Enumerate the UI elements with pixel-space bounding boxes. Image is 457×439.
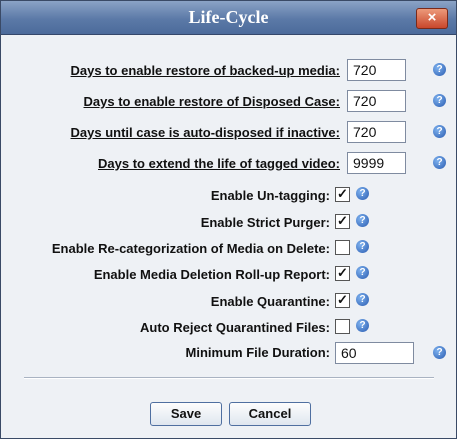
save-button[interactable]: Save (150, 402, 222, 426)
restore-backed-up-input[interactable]: 720 (347, 59, 406, 81)
untagging-label: Enable Un-tagging: (210, 188, 330, 203)
help-icon[interactable]: ? (433, 63, 446, 76)
button-row: Save Cancel (1, 402, 456, 426)
restore-backed-up-label: Days to enable restore of backed-up medi… (70, 63, 340, 78)
extend-tagged-input[interactable]: 9999 (347, 152, 406, 174)
close-icon: × (427, 9, 437, 26)
help-icon[interactable]: ? (356, 214, 369, 227)
help-icon[interactable]: ? (356, 293, 369, 306)
field-row-extend-tagged: Days to extend the life of tagged video:… (1, 152, 456, 176)
help-icon[interactable]: ? (433, 156, 446, 169)
checkbox-row-rollup-report: Enable Media Deletion Roll-up Report: ✓ … (1, 264, 456, 288)
help-icon[interactable]: ? (433, 346, 446, 359)
help-icon[interactable]: ? (433, 125, 446, 138)
dialog-title: Life-Cycle (188, 7, 269, 27)
checkbox-row-strict-purger: Enable Strict Purger: ✓ ? (1, 212, 456, 236)
help-icon[interactable]: ? (356, 266, 369, 279)
checkbox-row-recategorization: Enable Re-categorization of Media on Del… (1, 238, 456, 262)
titlebar[interactable]: Life-Cycle × (1, 1, 456, 35)
min-duration-input[interactable]: 60 (335, 342, 414, 364)
cancel-button[interactable]: Cancel (229, 402, 311, 426)
close-button[interactable]: × (416, 8, 448, 29)
rollup-report-checkbox[interactable]: ✓ (335, 266, 350, 281)
recategorization-checkbox[interactable] (335, 240, 350, 255)
auto-reject-label: Auto Reject Quarantined Files: (140, 320, 330, 335)
quarantine-label: Enable Quarantine: (210, 294, 330, 309)
recategorization-label: Enable Re-categorization of Media on Del… (51, 241, 330, 256)
rollup-report-label: Enable Media Deletion Roll-up Report: (93, 267, 330, 282)
strict-purger-label: Enable Strict Purger: (200, 215, 330, 230)
strict-purger-checkbox[interactable]: ✓ (335, 214, 350, 229)
help-icon[interactable]: ? (356, 240, 369, 253)
help-icon[interactable]: ? (356, 187, 369, 200)
untagging-checkbox[interactable]: ✓ (335, 187, 350, 202)
help-icon[interactable]: ? (356, 319, 369, 332)
help-icon[interactable]: ? (433, 94, 446, 107)
restore-disposed-input[interactable]: 720 (347, 90, 406, 112)
divider (24, 377, 434, 379)
auto-reject-checkbox[interactable] (335, 319, 350, 334)
min-duration-label: Minimum File Duration: (185, 345, 330, 360)
checkbox-row-auto-reject: Auto Reject Quarantined Files: ? (1, 317, 456, 341)
auto-dispose-label: Days until case is auto-disposed if inac… (70, 125, 340, 140)
field-row-restore-disposed: Days to enable restore of Disposed Case:… (1, 90, 456, 114)
checkbox-row-untagging: Enable Un-tagging: ✓ ? (1, 185, 456, 209)
field-row-restore-backed-up: Days to enable restore of backed-up medi… (1, 59, 456, 83)
restore-disposed-label: Days to enable restore of Disposed Case: (83, 94, 340, 109)
life-cycle-dialog: Life-Cycle × Days to enable restore of b… (0, 0, 457, 439)
auto-dispose-input[interactable]: 720 (347, 121, 406, 143)
extend-tagged-label: Days to extend the life of tagged video: (98, 156, 340, 171)
quarantine-checkbox[interactable]: ✓ (335, 293, 350, 308)
field-row-min-duration: Minimum File Duration: 60 ? (1, 342, 456, 366)
field-row-auto-dispose: Days until case is auto-disposed if inac… (1, 121, 456, 145)
checkbox-row-quarantine: Enable Quarantine: ✓ ? (1, 291, 456, 315)
